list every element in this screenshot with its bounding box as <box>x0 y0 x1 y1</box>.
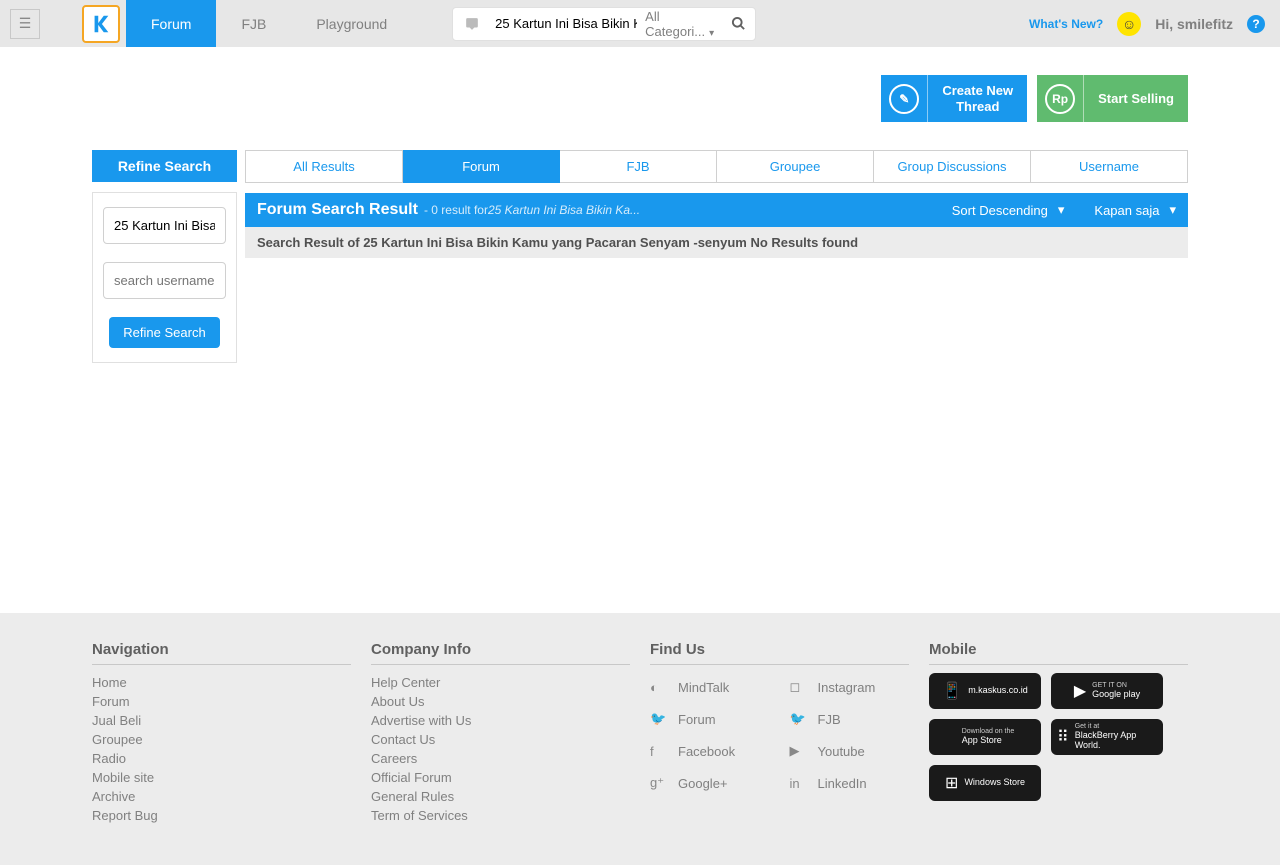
blackberry-icon: ⠿ <box>1057 727 1069 747</box>
result-count: - 0 result for <box>424 203 488 217</box>
mindtalk-icon: ◐ <box>650 680 668 695</box>
actions-row: ✎ Create New Thread Rp Start Selling <box>92 47 1188 150</box>
phone-icon: 📱 <box>942 681 962 701</box>
chat-icon <box>453 17 491 31</box>
footer-link-forum[interactable]: Forum <box>92 692 351 711</box>
tab-username[interactable]: Username <box>1031 150 1188 183</box>
time-filter-select[interactable]: Kapan saja ▾ <box>1094 202 1176 218</box>
linkedin-icon: in <box>790 776 808 791</box>
googleplus-icon: g⁺ <box>650 775 668 791</box>
facebook-icon: f <box>650 744 668 759</box>
footer-link-official[interactable]: Official Forum <box>371 768 630 787</box>
footer-mobile-title: Mobile <box>929 641 1188 658</box>
tab-all-results[interactable]: All Results <box>245 150 403 183</box>
refine-username-input[interactable] <box>103 262 226 299</box>
footer-navigation: Navigation Home Forum Jual Beli Groupee … <box>92 641 351 825</box>
findus-instagram[interactable]: ◻Instagram <box>790 673 910 701</box>
footer-link-about[interactable]: About Us <box>371 692 630 711</box>
topbar: ☰ Forum FJB Playground All Categori... W… <box>0 0 1280 47</box>
tab-fjb[interactable]: FJB <box>560 150 717 183</box>
tab-group-discussions[interactable]: Group Discussions <box>874 150 1031 183</box>
findus-google[interactable]: g⁺Google+ <box>650 769 770 797</box>
twitter-icon: 🐦 <box>650 711 668 727</box>
windows-icon: ⊞ <box>945 773 958 793</box>
footer-findus-title: Find Us <box>650 641 909 658</box>
footer-link-careers[interactable]: Careers <box>371 749 630 768</box>
footer-link-report[interactable]: Report Bug <box>92 806 351 825</box>
create-thread-button[interactable]: ✎ Create New Thread <box>881 75 1027 122</box>
sort-order-select[interactable]: Sort Descending ▾ <box>952 202 1065 218</box>
whats-new-link[interactable]: What's New? <box>1029 17 1103 31</box>
category-select[interactable]: All Categori... <box>641 9 721 39</box>
rupiah-icon: Rp <box>1037 75 1084 122</box>
refine-box: Refine Search <box>92 192 237 363</box>
topbar-right: What's New? ☺ Hi, smilefitz ? <box>1029 12 1265 36</box>
play-icon: ▶ <box>1074 681 1086 701</box>
footer-link-tos[interactable]: Term of Services <box>371 806 630 825</box>
tab-forum[interactable]: Forum <box>403 150 560 183</box>
footer-mobile: Mobile 📱m.kaskus.co.id ▶GET IT ONGoogle … <box>929 641 1188 825</box>
footer-link-home[interactable]: Home <box>92 673 351 692</box>
instagram-icon: ◻ <box>790 679 808 695</box>
findus-linkedin[interactable]: inLinkedIn <box>790 769 910 797</box>
refine-sidebar: Refine Search Refine Search <box>92 150 237 363</box>
findus-fjb[interactable]: 🐦FJB <box>790 705 910 733</box>
badge-windows[interactable]: ⊞Windows Store <box>929 765 1041 801</box>
footer-link-rules[interactable]: General Rules <box>371 787 630 806</box>
result-tabs: All Results Forum FJB Groupee Group Disc… <box>245 150 1188 183</box>
badge-mkaskus[interactable]: 📱m.kaskus.co.id <box>929 673 1041 709</box>
nav-playground[interactable]: Playground <box>291 0 412 47</box>
refine-submit-button[interactable]: Refine Search <box>109 317 219 348</box>
nav-forum[interactable]: Forum <box>126 0 216 47</box>
search-bar: All Categori... <box>452 7 756 41</box>
pencil-icon: ✎ <box>881 75 928 122</box>
main-panel: All Results Forum FJB Groupee Group Disc… <box>245 150 1188 363</box>
footer-link-advertise[interactable]: Advertise with Us <box>371 711 630 730</box>
footer-link-archive[interactable]: Archive <box>92 787 351 806</box>
badge-blackberry[interactable]: ⠿Get it atBlackBerry App World. <box>1051 719 1163 755</box>
user-greeting: Hi, smilefitz <box>1155 16 1233 32</box>
footer-nav-title: Navigation <box>92 641 351 658</box>
search-input[interactable] <box>491 16 641 31</box>
result-message: Search Result of 25 Kartun Ini Bisa Biki… <box>245 227 1188 258</box>
site-logo[interactable] <box>82 5 120 43</box>
findus-mindtalk[interactable]: ◐MindTalk <box>650 673 770 701</box>
footer-link-radio[interactable]: Radio <box>92 749 351 768</box>
sort-controls: Sort Descending ▾ Kapan saja ▾ <box>952 202 1176 218</box>
findus-forum[interactable]: 🐦Forum <box>650 705 770 733</box>
refine-keyword-input[interactable] <box>103 207 226 244</box>
footer-link-mobile[interactable]: Mobile site <box>92 768 351 787</box>
start-selling-button[interactable]: Rp Start Selling <box>1037 75 1188 122</box>
twitter-icon: 🐦 <box>790 711 808 727</box>
refine-header: Refine Search <box>92 150 237 182</box>
footer: Navigation Home Forum Jual Beli Groupee … <box>0 613 1280 865</box>
result-title: Forum Search Result <box>257 201 418 219</box>
main-nav: Forum FJB Playground <box>126 0 412 47</box>
nav-fjb[interactable]: FJB <box>216 0 291 47</box>
hamburger-menu-icon[interactable]: ☰ <box>10 9 40 39</box>
badge-googleplay[interactable]: ▶GET IT ONGoogle play <box>1051 673 1163 709</box>
search-button[interactable] <box>721 16 755 31</box>
footer-company-title: Company Info <box>371 641 630 658</box>
result-header: Forum Search Result - 0 result for 25 Ka… <box>245 193 1188 227</box>
footer-findus: Find Us ◐MindTalk ◻Instagram 🐦Forum 🐦FJB… <box>650 641 909 825</box>
result-query: 25 Kartun Ini Bisa Bikin Ka... <box>488 203 640 217</box>
footer-link-contact[interactable]: Contact Us <box>371 730 630 749</box>
findus-youtube[interactable]: ▶Youtube <box>790 737 910 765</box>
youtube-icon: ▶ <box>790 743 808 759</box>
footer-link-jualbeli[interactable]: Jual Beli <box>92 711 351 730</box>
footer-link-groupee[interactable]: Groupee <box>92 730 351 749</box>
footer-link-help[interactable]: Help Center <box>371 673 630 692</box>
content: Refine Search Refine Search All Results … <box>92 150 1188 363</box>
footer-company: Company Info Help Center About Us Advert… <box>371 641 630 825</box>
help-icon[interactable]: ? <box>1247 15 1265 33</box>
tab-groupee[interactable]: Groupee <box>717 150 874 183</box>
badge-appstore[interactable]: Download on theApp Store <box>929 719 1041 755</box>
findus-facebook[interactable]: fFacebook <box>650 737 770 765</box>
user-avatar[interactable]: ☺ <box>1117 12 1141 36</box>
